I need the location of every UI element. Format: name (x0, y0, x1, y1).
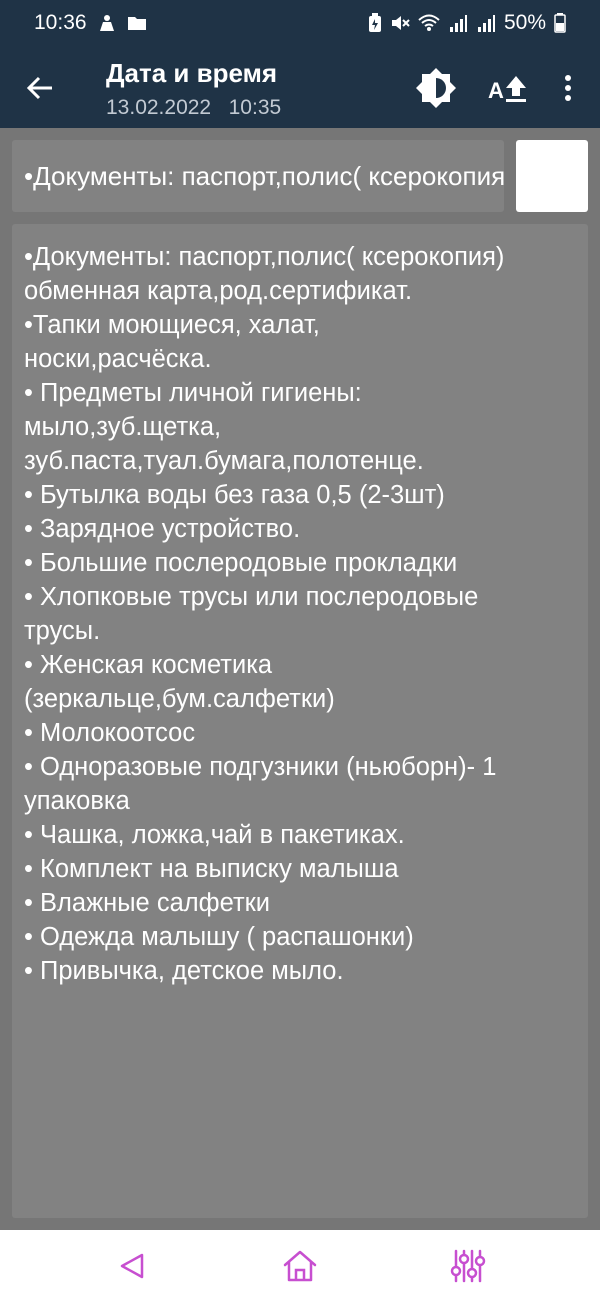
note-datetime: 13.02.2022 10:35 (106, 96, 281, 120)
signal-r-icon (448, 12, 468, 34)
note-body-textarea[interactable]: •Документы: паспорт,полис( ксерокопия) об… (12, 224, 588, 1218)
note-body-line: • Молокоотсос (24, 719, 196, 747)
status-bar-left: 10:36 (34, 11, 147, 35)
note-body-line: • Хлопковые трусы или послеродовые (24, 583, 479, 611)
note-body-line: упаковка (24, 787, 130, 815)
note-title-input[interactable]: •Документы: паспорт,полис( ксерокопия) (12, 140, 504, 212)
nav-back-icon (120, 1253, 144, 1279)
wifi-icon (418, 12, 440, 34)
note-body-line: •Документы: паспорт,полис( ксерокопия) (24, 243, 505, 271)
navigation-bar (0, 1230, 600, 1299)
nav-recents-button[interactable] (446, 1244, 490, 1288)
back-arrow-icon (26, 76, 52, 100)
nav-back-button[interactable] (110, 1244, 154, 1288)
note-body-line: • Предметы личной гигиены: (24, 379, 362, 407)
note-body-line: • Женская косметика (24, 651, 273, 679)
note-body-line: •Тапки моющиеся, халат, (24, 311, 320, 339)
note-body-line: носки,расчёска. (24, 345, 212, 373)
page-title: Дата и время (106, 58, 277, 88)
more-vert-icon (565, 75, 571, 101)
note-body-line: • Привычка, детское мыло. (24, 957, 344, 985)
font-size-button[interactable]: A (484, 64, 532, 112)
status-bar-right: 50% (368, 11, 566, 35)
app-bar: Дата и время 13.02.2022 10:35 A (0, 46, 600, 128)
mute-icon (390, 12, 410, 34)
battery-saver-icon (368, 12, 382, 34)
nav-recents-icon (450, 1249, 486, 1283)
more-options-button[interactable] (544, 64, 592, 112)
note-body-line: • Чашка, ложка,чай в пакетиках. (24, 821, 405, 849)
brightness-button[interactable] (412, 64, 460, 112)
status-bar: 10:36 50% (0, 0, 600, 46)
person-icon (97, 12, 117, 34)
note-body-line: зуб.паста,туал.бумага,полотенце. (24, 447, 424, 475)
note-body-line: • Комплект на выписку малыша (24, 855, 399, 883)
note-editor: •Документы: паспорт,полис( ксерокопия) •… (0, 128, 600, 1230)
back-button[interactable] (18, 66, 62, 110)
note-time: 10:35 (228, 96, 282, 119)
note-color-picker[interactable] (516, 140, 588, 212)
nav-home-icon (283, 1250, 317, 1282)
nav-home-button[interactable] (278, 1244, 322, 1288)
status-time: 10:36 (34, 11, 87, 34)
signal-icon (476, 12, 496, 34)
battery-percent: 50% (503, 11, 546, 34)
note-body-line: • Большие послеродовые прокладки (24, 549, 458, 577)
note-body-line: • Одноразовые подгузники (ньюборн)- 1 (24, 753, 497, 781)
font-size-icon: A (488, 76, 526, 103)
note-body-line: • Одежда малышу ( распашонки) (24, 923, 414, 951)
svg-text:A: A (488, 78, 504, 103)
note-date: 13.02.2022 (106, 96, 212, 119)
note-body-line: трусы. (24, 617, 101, 645)
note-body-line: • Зарядное устройство. (24, 515, 301, 543)
battery-icon (554, 12, 566, 34)
note-body-line: (зеркальце,бум.салфетки) (24, 685, 335, 713)
note-body-line: • Влажные салфетки (24, 889, 271, 917)
folder-icon (127, 12, 147, 34)
note-body-line: мыло,зуб.щетка, (24, 413, 222, 441)
note-body-line: • Бутылка воды без газа 0,5 (2-3шт) (24, 481, 445, 509)
note-body-line: обменная карта,род.сертификат. (24, 277, 413, 305)
brightness-icon (416, 68, 456, 108)
